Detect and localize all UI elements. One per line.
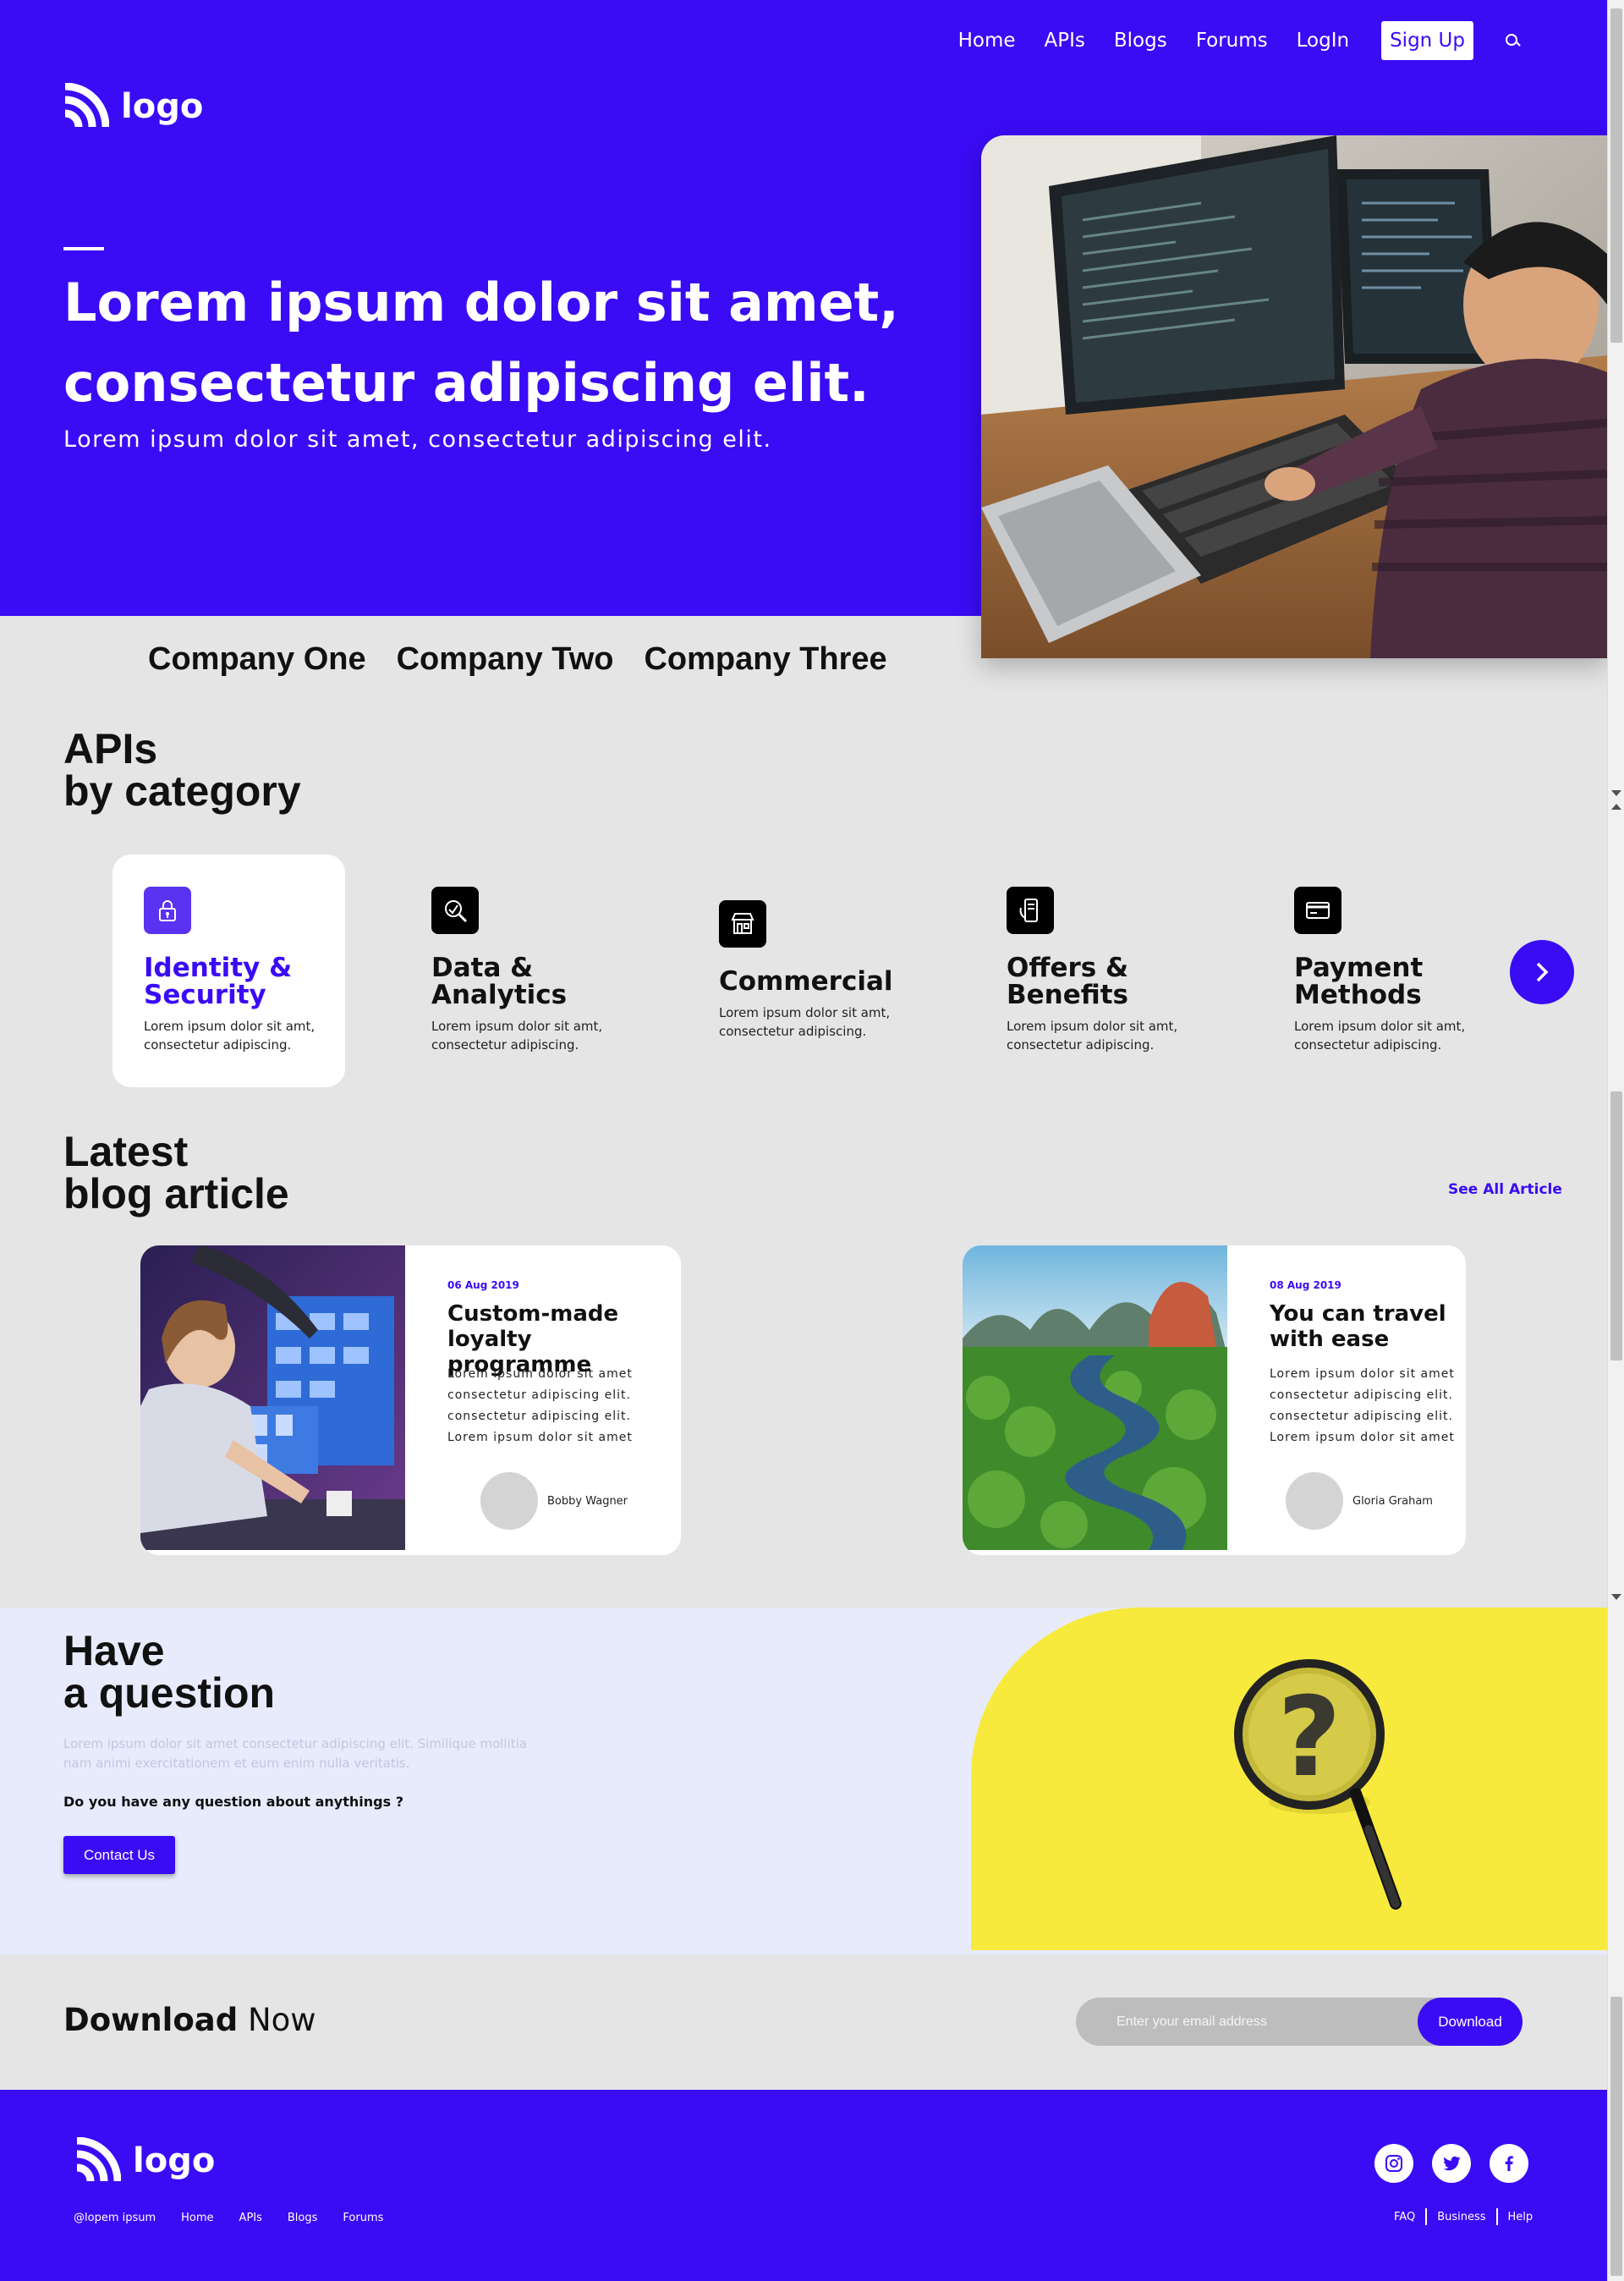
question-prompt: Do you have any question about anythings… xyxy=(63,1794,403,1810)
question-section-title: Have a question xyxy=(63,1630,275,1714)
lock-icon xyxy=(144,887,191,934)
signup-button[interactable]: Sign Up xyxy=(1381,21,1473,60)
category-card-payment[interactable]: Payment Methods Lorem ipsum dolor sit am… xyxy=(1263,855,1495,1087)
scroll-down-arrow-icon[interactable] xyxy=(1611,790,1621,796)
scrollbar-thumb[interactable] xyxy=(1610,8,1622,343)
chevron-right-icon xyxy=(1536,962,1549,982)
blog-section-title: Latest blog article xyxy=(63,1130,289,1215)
nav-blogs[interactable]: Blogs xyxy=(1114,30,1167,52)
category-card-identity[interactable]: Identity & Security Lorem ipsum dolor si… xyxy=(112,855,345,1087)
question-description: Lorem ipsum dolor sit amet consectetur a… xyxy=(63,1736,527,1771)
blog-excerpt: Lorem ipsum dolor sit amet consectetur a… xyxy=(447,1367,633,1444)
logo-mark-icon xyxy=(74,2136,122,2185)
category-name: Offers & Benefits xyxy=(1007,953,1129,1010)
hero-subtitle: Lorem ipsum dolor sit amet, consectetur … xyxy=(63,426,772,453)
scrollbar-thumb[interactable] xyxy=(1610,1997,1622,2276)
page-scrollbar[interactable] xyxy=(1607,0,1624,2281)
blog-card[interactable]: 06 Aug 2019 Custom-made loyalty programm… xyxy=(140,1245,681,1555)
category-name: Data & Analytics xyxy=(431,953,568,1010)
avatar xyxy=(1286,1472,1343,1530)
top-nav: Home APIs Blogs Forums LogIn Sign Up xyxy=(930,21,1521,60)
scroll-down-arrow-icon[interactable] xyxy=(1611,1594,1621,1600)
blog-title[interactable]: You can travel with ease xyxy=(1270,1301,1456,1352)
company-name: Company Two xyxy=(396,641,614,677)
download-title-rest: Now xyxy=(247,2002,316,2038)
apis-section-title: APIs by category xyxy=(63,728,301,812)
nav-login[interactable]: LogIn xyxy=(1297,30,1349,52)
avatar xyxy=(480,1472,538,1530)
download-title-bold: Download xyxy=(63,2002,239,2038)
footer-link-business[interactable]: Business xyxy=(1427,2211,1495,2223)
search-icon[interactable] xyxy=(1504,32,1521,49)
instagram-icon[interactable] xyxy=(1374,2144,1413,2183)
apis-title-line1: APIs xyxy=(63,725,158,772)
blog-excerpt: Lorem ipsum dolor sit amet consectetur a… xyxy=(1270,1367,1455,1444)
nav-apis[interactable]: APIs xyxy=(1045,30,1085,52)
footer-copyright: @lopem ipsum xyxy=(74,2212,156,2224)
scroll-up-arrow-icon[interactable] xyxy=(1611,804,1621,810)
hero-developer-photo xyxy=(981,135,1607,658)
category-name: Identity & Security xyxy=(144,953,293,1010)
blog-title-line2: blog article xyxy=(63,1170,289,1217)
blog-photo-office xyxy=(140,1245,405,1550)
question-title-line2: a question xyxy=(63,1669,276,1717)
footer-link-help[interactable]: Help xyxy=(1498,2211,1544,2223)
blog-card[interactable]: 08 Aug 2019 You can travel with ease Lor… xyxy=(963,1245,1466,1555)
category-card-offers[interactable]: Offers & Benefits Lorem ipsum dolor sit … xyxy=(975,855,1208,1087)
footer-link-home[interactable]: Home xyxy=(181,2212,213,2224)
contact-us-button[interactable]: Contact Us xyxy=(63,1836,175,1874)
company-name: Company One xyxy=(148,641,366,677)
category-name: Commercial xyxy=(719,966,893,997)
category-desc: Lorem ipsum dolor sit amt, consectetur a… xyxy=(431,1019,603,1053)
footer-secondary-nav: FAQ Business Help xyxy=(1384,2208,1543,2225)
store-icon xyxy=(719,900,766,948)
footer-nav: @lopem ipsum Home APIs Blogs Forums xyxy=(74,2212,409,2224)
blog-title-line1: Latest xyxy=(63,1128,189,1175)
logo-text: logo xyxy=(121,87,204,126)
apis-title-line2: by category xyxy=(63,767,301,815)
logo[interactable]: logo xyxy=(62,82,204,130)
category-desc: Lorem ipsum dolor sit amt, consectetur a… xyxy=(1007,1019,1178,1053)
company-name: Company Three xyxy=(644,641,887,677)
category-card-data[interactable]: Data & Analytics Lorem ipsum dolor sit a… xyxy=(400,855,633,1087)
blog-author: Bobby Wagner xyxy=(547,1495,628,1508)
category-desc: Lorem ipsum dolor sit amt, consectetur a… xyxy=(1294,1019,1466,1053)
nav-home[interactable]: Home xyxy=(958,30,1016,52)
logo-mark-icon xyxy=(62,82,110,130)
download-form: Download xyxy=(1076,1998,1522,2046)
magnifier-question-image: ? xyxy=(971,1608,1607,1950)
receipt-icon xyxy=(1007,887,1054,934)
blog-author: Gloria Graham xyxy=(1352,1495,1433,1508)
footer-logo[interactable]: logo xyxy=(74,2136,216,2185)
category-desc: Lorem ipsum dolor sit amt, consectetur a… xyxy=(144,1019,315,1053)
email-field[interactable] xyxy=(1116,1998,1396,2046)
blog-date: 08 Aug 2019 xyxy=(1270,1279,1341,1291)
category-desc: Lorem ipsum dolor sit amt, consectetur a… xyxy=(719,1005,891,1039)
blog-photo-river xyxy=(963,1245,1227,1550)
blog-date: 06 Aug 2019 xyxy=(447,1279,519,1291)
footer-link-faq[interactable]: FAQ xyxy=(1384,2211,1425,2223)
company-logos: Company One Company Two Company Three xyxy=(148,641,918,678)
footer xyxy=(0,2090,1607,2281)
logo-text: logo xyxy=(133,2141,216,2180)
download-button[interactable]: Download xyxy=(1418,1998,1522,2046)
facebook-icon[interactable] xyxy=(1490,2144,1528,2183)
see-all-articles-link[interactable]: See All Article xyxy=(1448,1181,1562,1198)
category-next-button[interactable] xyxy=(1510,940,1574,1004)
category-name: Payment Methods xyxy=(1294,953,1424,1010)
twitter-icon[interactable] xyxy=(1432,2144,1471,2183)
analytics-icon xyxy=(431,887,479,934)
hero-title: Lorem ipsum dolor sit amet, consectetur … xyxy=(63,272,899,414)
nav-forums[interactable]: Forums xyxy=(1196,30,1268,52)
question-title-line1: Have xyxy=(63,1627,165,1674)
download-title: Download Now xyxy=(63,2002,316,2038)
footer-link-forums[interactable]: Forums xyxy=(343,2212,383,2224)
credit-card-icon xyxy=(1294,887,1341,934)
question-mark-glyph: ? xyxy=(1277,1673,1341,1801)
footer-link-blogs[interactable]: Blogs xyxy=(288,2212,318,2224)
category-card-commercial[interactable]: Commercial Lorem ipsum dolor sit amt, co… xyxy=(688,855,920,1087)
scrollbar-thumb[interactable] xyxy=(1610,1091,1622,1360)
footer-link-apis[interactable]: APIs xyxy=(239,2212,262,2224)
hero-accent-rule xyxy=(63,247,104,250)
